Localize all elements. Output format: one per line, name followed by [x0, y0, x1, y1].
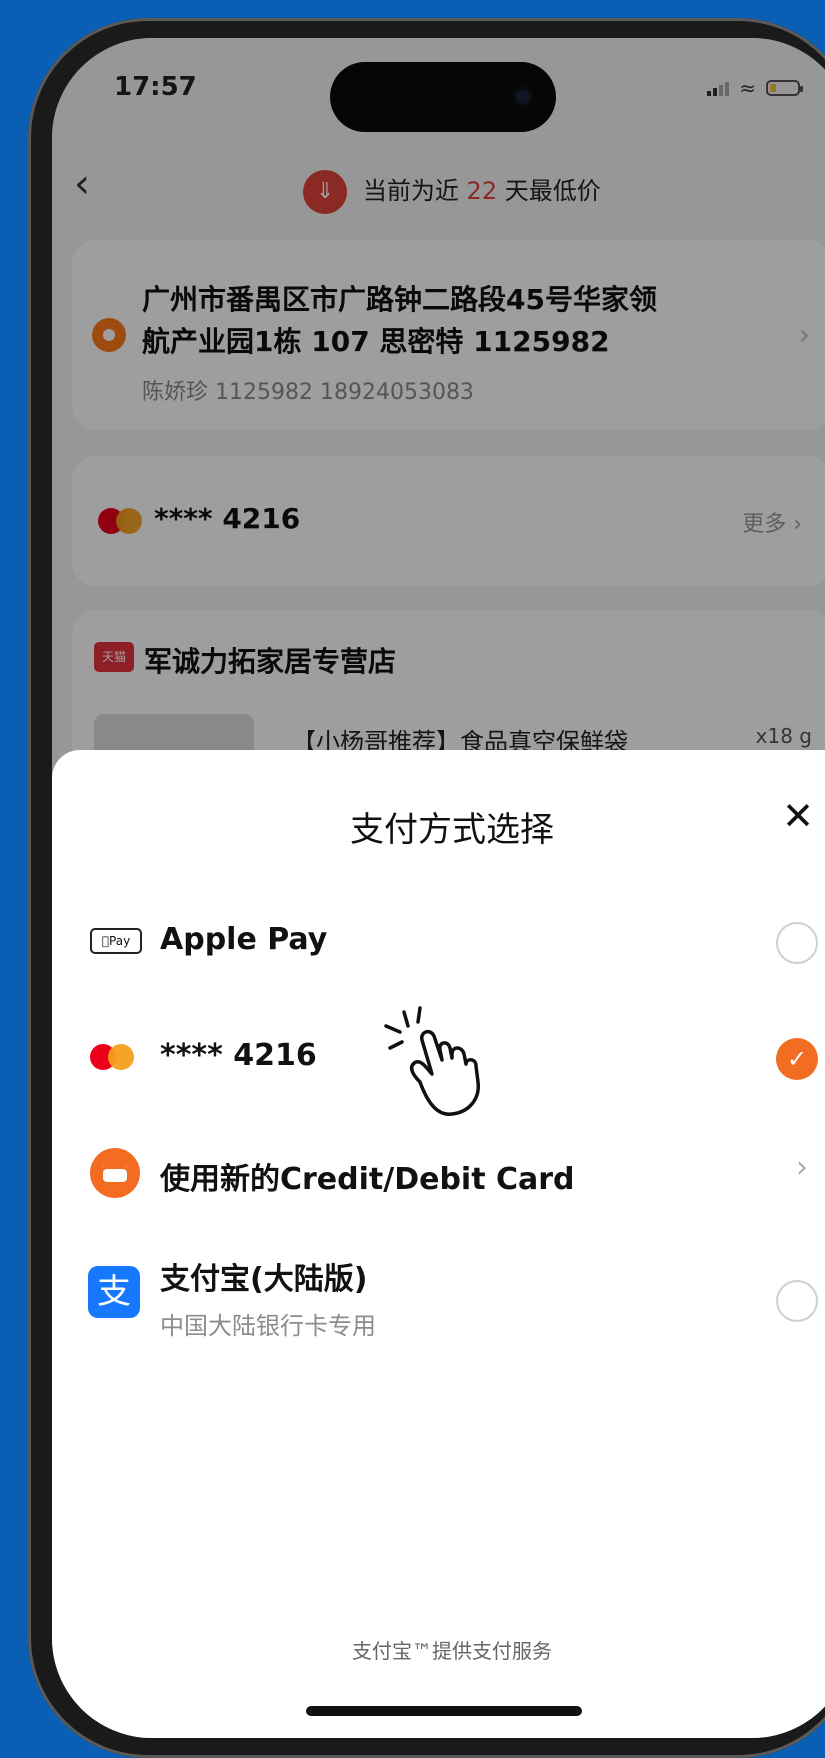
close-icon[interactable]: ✕	[782, 796, 814, 836]
radio-checked[interactable]: ✓	[776, 1038, 818, 1080]
sheet-title: 支付方式选择	[350, 810, 554, 850]
apple-pay-icon: Pay	[90, 928, 142, 954]
sheet-footer: 支付宝™提供支付服务	[352, 1639, 552, 1663]
tap-hand-icon	[384, 1006, 480, 1116]
option-new-card[interactable]: 使用新的Credit/Debit Card ›	[52, 1128, 825, 1218]
alipay-icon: 支	[88, 1266, 140, 1318]
radio-unchecked[interactable]	[776, 922, 818, 964]
option-label: Apple Pay	[160, 922, 328, 957]
option-apple-pay[interactable]: Pay Apple Pay	[52, 896, 825, 986]
option-sublabel: 中国大陆银行卡专用	[160, 1312, 376, 1340]
mastercard-icon	[90, 1044, 136, 1070]
radio-unchecked[interactable]	[776, 1280, 818, 1322]
option-label: **** 4216	[160, 1038, 317, 1073]
chevron-right-icon: ›	[796, 1150, 808, 1185]
option-alipay[interactable]: 支 支付宝(大陆版) 中国大陆银行卡专用	[52, 1236, 825, 1356]
home-indicator[interactable]	[306, 1706, 582, 1716]
credit-card-icon	[90, 1148, 140, 1198]
phone-screen: 17:57 ≈ ‹ ⇓ 当前为近 22 天最低价 广州市番禺区市广路钟二路段45…	[52, 38, 825, 1738]
payment-method-sheet: 支付方式选择 ✕ Pay Apple Pay **** 4216 ✓ 使用新的…	[52, 750, 825, 1738]
option-label: 使用新的Credit/Debit Card	[160, 1162, 575, 1197]
option-label: 支付宝(大陆版)	[160, 1262, 368, 1297]
